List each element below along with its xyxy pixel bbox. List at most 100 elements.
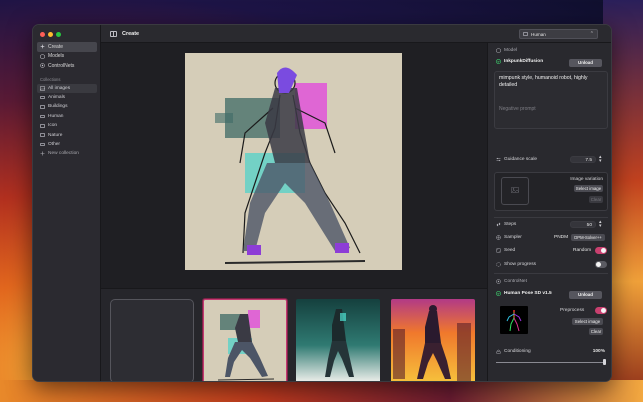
steps-field[interactable]: 50 — [570, 221, 596, 228]
collection-select-value: Human — [531, 31, 546, 37]
model-header-label: Model — [504, 48, 518, 53]
folder-icon — [40, 114, 45, 119]
model-row: InkpunkDiffusion — [496, 59, 543, 64]
sidebar-item-all-images[interactable]: All images — [37, 83, 97, 93]
toggle-knob — [595, 261, 601, 267]
controlnet-header: ControlNet — [496, 279, 527, 284]
seed-value: Random — [573, 248, 592, 253]
history-strip — [101, 288, 487, 381]
main-canvas — [101, 43, 487, 381]
sidebar-item-label: Other — [48, 142, 60, 148]
conditioning-slider[interactable] — [496, 359, 606, 365]
model-header: Model — [496, 48, 517, 53]
sidebar-item-controlnets[interactable]: ControlNets — [37, 61, 97, 71]
sidebar-item-label: Animals — [48, 95, 66, 101]
image-variation-dropzone[interactable] — [501, 177, 529, 205]
conditioning-row: Conditioning — [496, 349, 531, 354]
sampler-option-pndm[interactable]: PNDM — [554, 235, 568, 240]
divider — [494, 217, 608, 218]
unload-controlnet-button[interactable]: Unload — [569, 290, 602, 299]
progress-icon — [496, 262, 501, 267]
sidebar-item-label: Human — [48, 113, 64, 119]
guidance-scale-row: Guidance scale — [496, 157, 537, 162]
empty-slot — [110, 299, 194, 381]
prompt-textarea[interactable]: mimpunk style, humanoid robot, highly de… — [494, 71, 608, 129]
controlnet-icon — [496, 279, 501, 284]
model-name: InkpunkDiffusion — [504, 59, 544, 64]
prompt-text: mimpunk style, humanoid robot, highly de… — [499, 75, 588, 88]
app-window: Create Models ControlNets Collections Al… — [32, 24, 612, 382]
controlnet-select-image-button[interactable]: Select image — [572, 318, 603, 325]
sidebar-item-label: ControlNets — [48, 62, 75, 69]
footsteps-icon — [496, 222, 501, 227]
controlnet-model-name: Human Pose SD v1.5 — [504, 291, 552, 296]
seed-random-toggle[interactable] — [595, 247, 607, 254]
sidebar-item-icon[interactable]: Icon — [37, 121, 97, 130]
cube-icon — [496, 48, 501, 53]
select-image-button[interactable]: Select image — [574, 185, 603, 192]
sampler-icon — [496, 235, 501, 240]
chevron-updown-icon: ⌃ — [589, 31, 594, 37]
generated-image-preview[interactable] — [185, 53, 402, 270]
steps-label: Steps — [504, 222, 517, 227]
folder-icon — [40, 95, 45, 100]
controlnet-clear-button[interactable]: Clear — [589, 328, 603, 335]
new-collection-label: New collection — [48, 151, 79, 157]
history-thumbnail-3[interactable] — [391, 299, 475, 381]
guidance-scale-value: 7.5 — [585, 157, 592, 163]
sidebar-item-human[interactable]: Human — [37, 112, 97, 121]
show-progress-toggle[interactable] — [595, 261, 607, 268]
sidebar-toggle-icon[interactable] — [110, 30, 117, 37]
close-window-button[interactable] — [40, 32, 45, 37]
conditioning-value: 100% — [592, 349, 605, 354]
clear-image-button[interactable]: Clear — [589, 196, 603, 203]
folder-icon — [523, 32, 528, 36]
sidebar-item-other[interactable]: Other — [37, 140, 97, 149]
inspector-panel: Model InkpunkDiffusion Unload mimpunk st… — [487, 43, 611, 381]
sidebar-item-label: Buildings — [48, 104, 68, 110]
sidebar-item-buildings[interactable]: Buildings — [37, 102, 97, 111]
steps-row: Steps — [496, 222, 516, 227]
unload-model-button[interactable]: Unload — [569, 58, 602, 67]
new-collection-button[interactable]: New collection — [37, 149, 97, 158]
sidebar-item-animals[interactable]: Animals — [37, 93, 97, 102]
folder-icon — [40, 133, 45, 137]
minimize-window-button[interactable] — [48, 32, 53, 37]
divider — [494, 273, 608, 274]
sampler-label: Sampler — [504, 235, 522, 240]
sidebar-item-create[interactable]: Create — [37, 42, 97, 52]
controlnet-pose-image[interactable] — [500, 306, 528, 334]
checkmark-circle-icon — [496, 59, 501, 64]
toggle-knob — [601, 247, 607, 253]
dice-icon — [496, 248, 501, 253]
controlnet-icon — [40, 63, 45, 68]
window-controls — [40, 32, 61, 37]
sidebar-item-nature[interactable]: Nature — [37, 130, 97, 139]
cube-icon — [40, 53, 45, 59]
guidance-scale-label: Guidance scale — [504, 157, 538, 162]
sidebar-item-label: Nature — [48, 132, 63, 138]
controlnet-header-label: ControlNet — [504, 279, 527, 284]
folder-icon — [40, 142, 45, 147]
history-thumbnail-1[interactable] — [203, 299, 287, 381]
steps-stepper-icon[interactable]: ▴ ▾ — [599, 220, 602, 229]
collection-select[interactable]: Human ⌃ — [519, 29, 598, 39]
steps-value: 50 — [586, 222, 592, 228]
history-thumbnail-2[interactable] — [296, 299, 380, 381]
folder-icon — [40, 105, 45, 109]
seed-row: Seed — [496, 248, 515, 253]
guidance-stepper-icon[interactable]: ▴ ▾ — [599, 155, 602, 164]
slider-thumb[interactable] — [603, 359, 606, 365]
sliders-icon — [496, 157, 501, 162]
lock-icon — [496, 349, 501, 354]
window-title: Create — [122, 30, 140, 37]
sidebar-item-label: Icon — [48, 123, 58, 129]
sidebar-nav: Create Models ControlNets Collections Al… — [37, 42, 97, 159]
zoom-window-button[interactable] — [56, 32, 61, 37]
sidebar-item-models[interactable]: Models — [37, 52, 97, 62]
preprocess-toggle[interactable] — [595, 307, 607, 314]
guidance-scale-field[interactable]: 7.5 — [570, 156, 596, 163]
checkmark-circle-icon — [496, 291, 501, 296]
show-progress-row: Show progress — [496, 262, 536, 267]
sampler-option-dpm[interactable]: DPM-Solver++ — [571, 234, 605, 241]
